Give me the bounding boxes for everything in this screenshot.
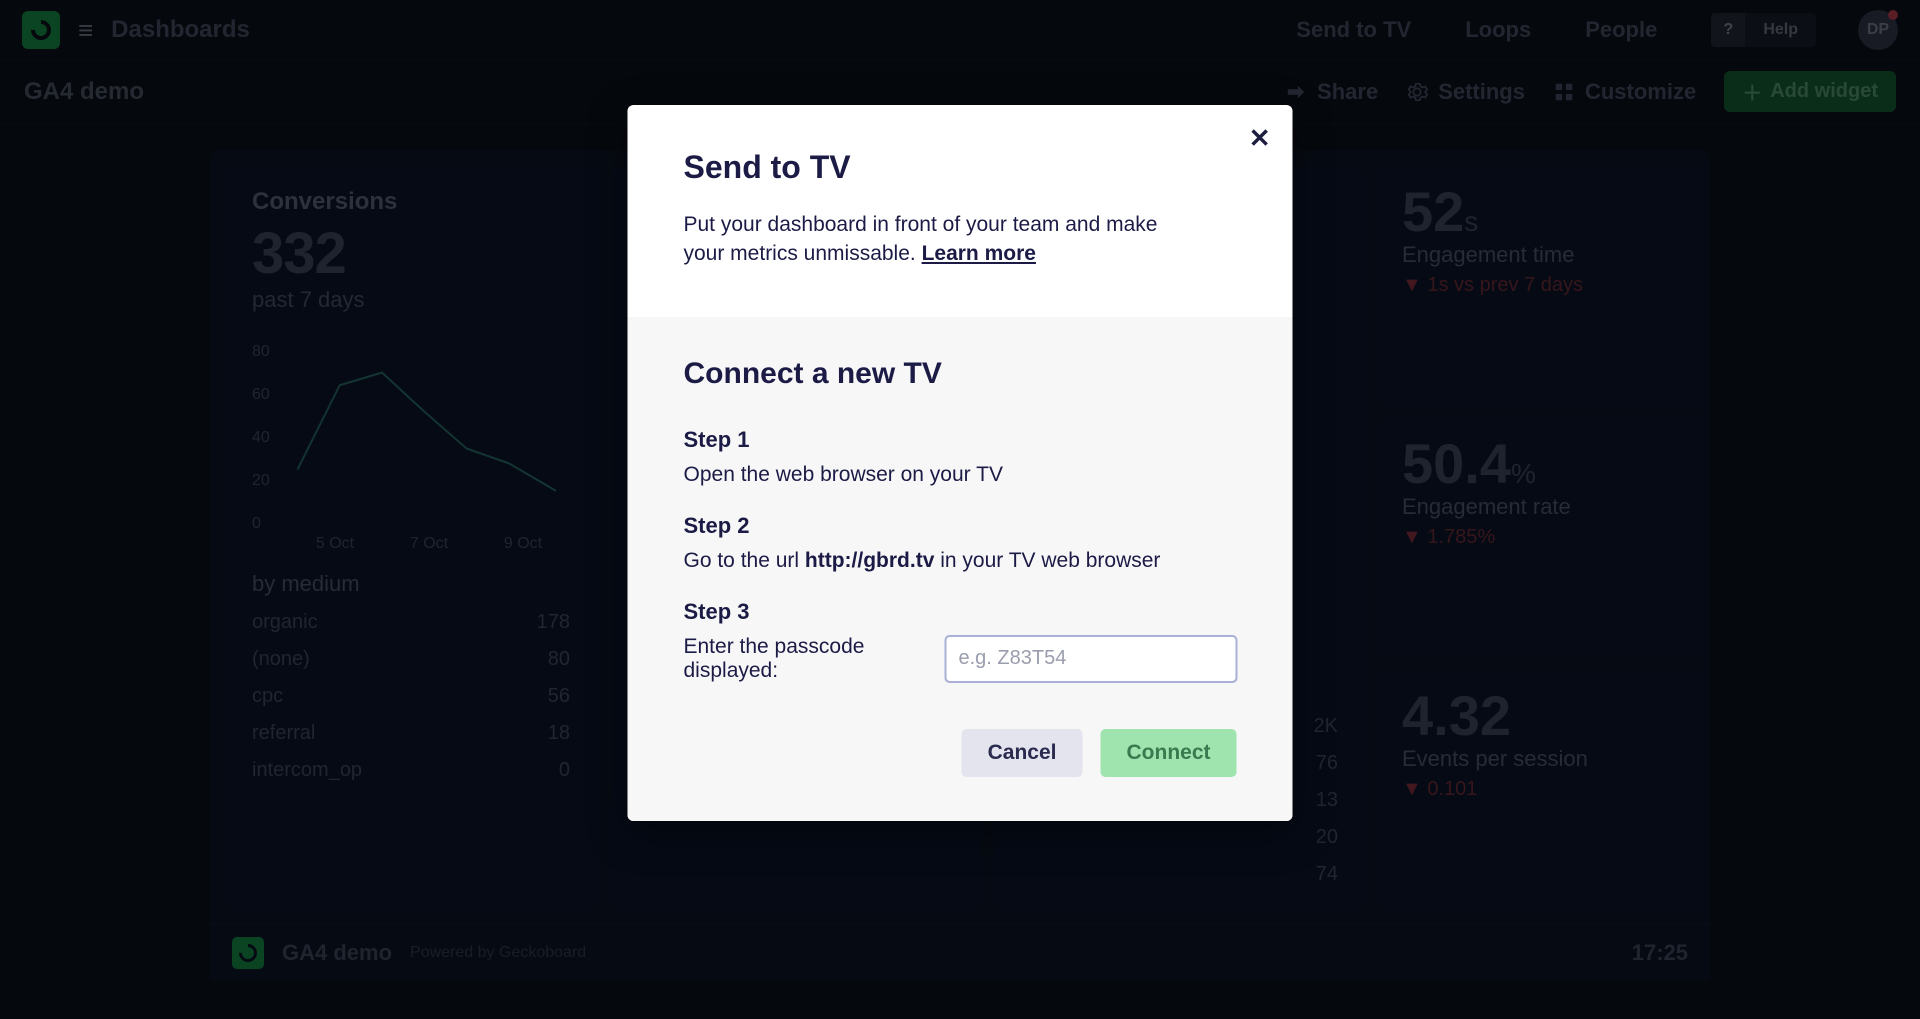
- connect-title: Connect a new TV: [684, 357, 1237, 391]
- send-to-tv-modal: ✕ Send to TV Put your dashboard in front…: [628, 105, 1293, 821]
- learn-more-link[interactable]: Learn more: [922, 242, 1036, 265]
- connect-button[interactable]: Connect: [1101, 729, 1237, 777]
- modal-title: Send to TV: [684, 149, 1237, 186]
- passcode-input[interactable]: [946, 636, 1237, 682]
- close-button[interactable]: ✕: [1249, 123, 1271, 154]
- step3-label: Step 3: [684, 599, 1237, 625]
- step1-text: Open the web browser on your TV: [684, 463, 1237, 487]
- modal-description: Put your dashboard in front of your team…: [684, 210, 1204, 269]
- cancel-button[interactable]: Cancel: [962, 729, 1083, 777]
- passcode-prompt: Enter the passcode displayed:: [684, 635, 922, 683]
- tv-url: http://gbrd.tv: [805, 549, 934, 572]
- close-icon: ✕: [1249, 123, 1271, 153]
- step1-label: Step 1: [684, 427, 1237, 453]
- step2-text: Go to the url http://gbrd.tv in your TV …: [684, 549, 1237, 573]
- step2-label: Step 2: [684, 513, 1237, 539]
